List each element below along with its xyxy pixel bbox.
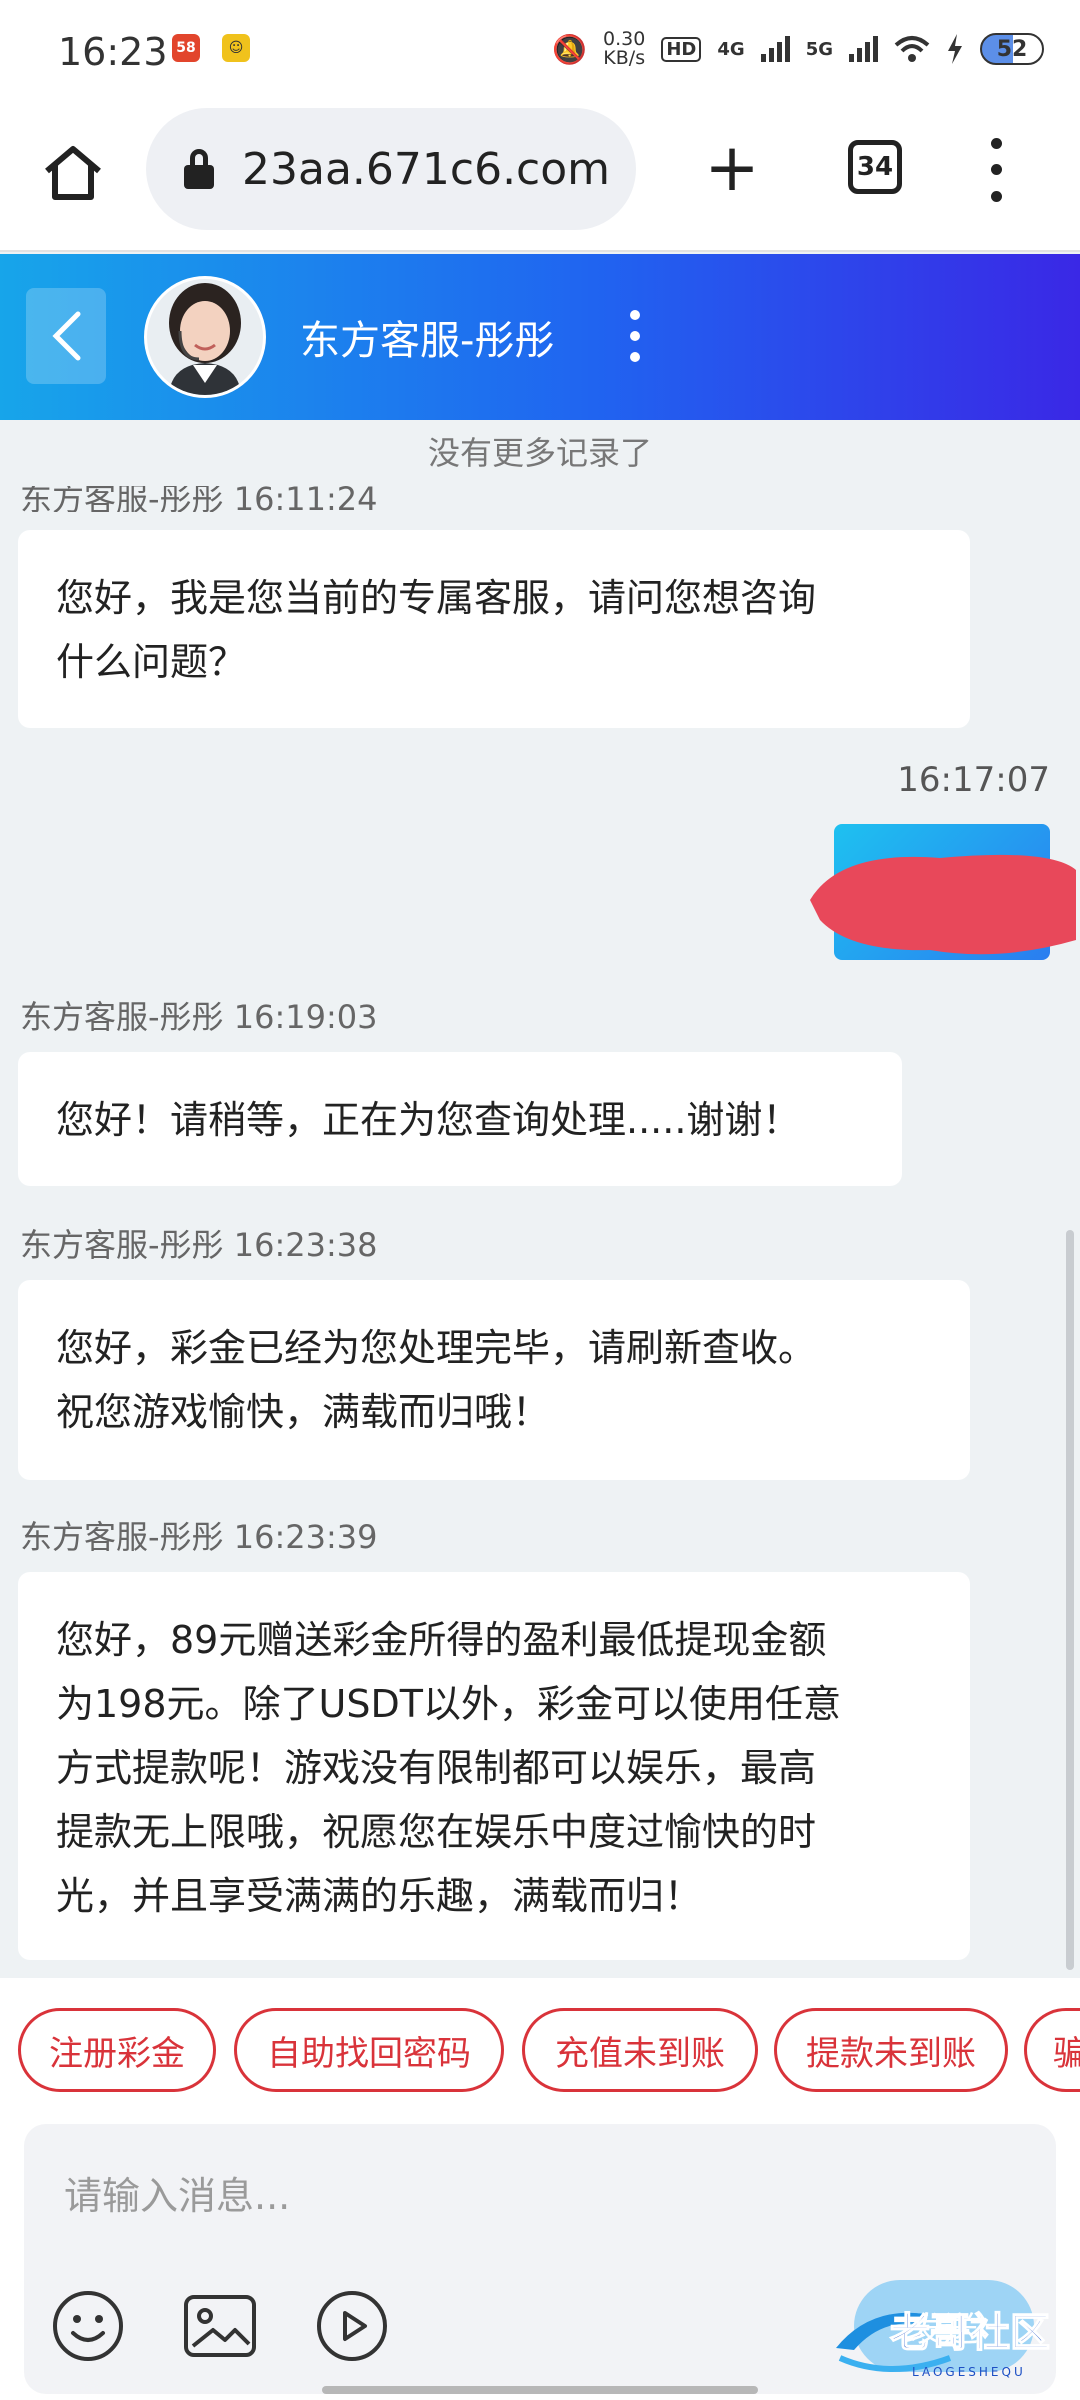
no-more-records: 没有更多记录了 bbox=[427, 434, 652, 472]
net-speed: 0.30 KB/s bbox=[603, 28, 646, 69]
signal-4g-label: 4G bbox=[717, 38, 745, 60]
lock-icon bbox=[184, 149, 214, 189]
message-meta: 东方客服-彤彤 16:23:38 bbox=[20, 1226, 378, 1264]
chat-header: 东方客服-彤彤 bbox=[0, 254, 1080, 420]
message-bubble-agent: 您好，彩金已经为您处理完毕，请刷新查收。 祝您游戏愉快，满载而归哦！ bbox=[18, 1280, 970, 1480]
quick-reply-chip[interactable]: 提款未到账 bbox=[774, 2008, 1008, 2092]
watermark-logo: 老哥社区 LAOGESHEQU bbox=[836, 2309, 1051, 2379]
status-app-icons: 58 ☺ bbox=[172, 34, 250, 62]
new-tab-button[interactable]: + bbox=[692, 128, 772, 208]
status-bar: 16:23 58 ☺ 🔕 0.30 KB/s HD 4G 5G 52 bbox=[0, 0, 1080, 100]
chat-message-list[interactable]: 没有更多记录了 东方客服-彤彤 16:11:24 您好，我是您当前的专属客服，请… bbox=[0, 420, 1080, 1980]
back-button[interactable] bbox=[26, 288, 106, 384]
message-bubble-agent: 您好，89元赠送彩金所得的盈利最低提现金额 为198元。除了USDT以外，彩金可… bbox=[18, 1572, 970, 1960]
status-indicators: 🔕 0.30 KB/s HD 4G 5G 52 bbox=[552, 30, 1044, 68]
back-icon bbox=[52, 311, 81, 361]
home-indicator[interactable] bbox=[322, 2386, 758, 2394]
message-input[interactable] bbox=[64, 2154, 1004, 2238]
wifi-icon bbox=[894, 36, 930, 62]
quick-reply-chip[interactable]: 自助找回密码 bbox=[234, 2008, 504, 2092]
emoji-button[interactable] bbox=[50, 2288, 126, 2364]
home-icon bbox=[45, 146, 101, 200]
message-meta-self: 16:17:07 bbox=[897, 760, 1050, 800]
url-bar[interactable]: 23aa.671c6.com bbox=[146, 108, 636, 230]
chat-more-button[interactable] bbox=[618, 304, 652, 368]
plus-icon: + bbox=[704, 129, 760, 206]
chat-scrollbar[interactable] bbox=[1066, 1230, 1074, 1970]
image-button[interactable] bbox=[182, 2288, 258, 2364]
agent-avatar[interactable] bbox=[144, 276, 266, 398]
svg-text:LAOGESHEQU: LAOGESHEQU bbox=[912, 2365, 1026, 2379]
hd-badge: HD bbox=[661, 36, 702, 62]
signal-5g-label: 5G bbox=[805, 38, 833, 60]
message-meta: 东方客服-彤彤 16:23:39 bbox=[20, 1518, 378, 1556]
mute-bell-icon: 🔕 bbox=[552, 32, 588, 66]
signal-4g-icon bbox=[760, 36, 790, 62]
tabs-button[interactable]: 34 bbox=[848, 140, 902, 194]
message-meta: 东方客服-彤彤 16:19:03 bbox=[20, 998, 378, 1036]
redaction-mark bbox=[810, 854, 1076, 955]
video-icon bbox=[317, 2291, 387, 2361]
quick-reply-chip[interactable]: 骗 bbox=[1024, 2008, 1080, 2092]
url-text: 23aa.671c6.com bbox=[242, 143, 611, 195]
signal-5g-icon bbox=[849, 36, 878, 62]
video-button[interactable] bbox=[314, 2288, 390, 2364]
emoji-icon bbox=[53, 2291, 123, 2361]
browser-toolbar: 23aa.671c6.com + 34 bbox=[0, 100, 1080, 252]
quick-reply-bar: 注册彩金 自助找回密码 充值未到账 提款未到账 骗 bbox=[0, 1978, 1080, 2110]
message-bubble-agent: 您好！请稍等，正在为您查询处理.....谢谢！ bbox=[18, 1052, 902, 1186]
quick-reply-chip[interactable]: 注册彩金 bbox=[18, 2008, 216, 2092]
app-duck-icon: ☺ bbox=[222, 34, 250, 62]
battery-indicator: 52 bbox=[980, 33, 1044, 65]
message-meta: 东方客服-彤彤 16:11:24 bbox=[20, 486, 378, 512]
svg-text:老哥社区: 老哥社区 bbox=[890, 2310, 1050, 2356]
agent-name: 东方客服-彤彤 bbox=[300, 318, 555, 364]
image-icon bbox=[184, 2295, 256, 2357]
browser-menu-button[interactable] bbox=[960, 130, 1032, 210]
app-58-icon: 58 bbox=[172, 34, 200, 62]
home-button[interactable] bbox=[36, 136, 110, 210]
status-time: 16:23 bbox=[58, 30, 168, 74]
quick-reply-chip[interactable]: 充值未到账 bbox=[522, 2008, 758, 2092]
message-bubble-agent: 您好，我是您当前的专属客服，请问您想咨询 什么问题？ bbox=[18, 530, 970, 728]
charging-bolt-icon bbox=[948, 34, 962, 64]
